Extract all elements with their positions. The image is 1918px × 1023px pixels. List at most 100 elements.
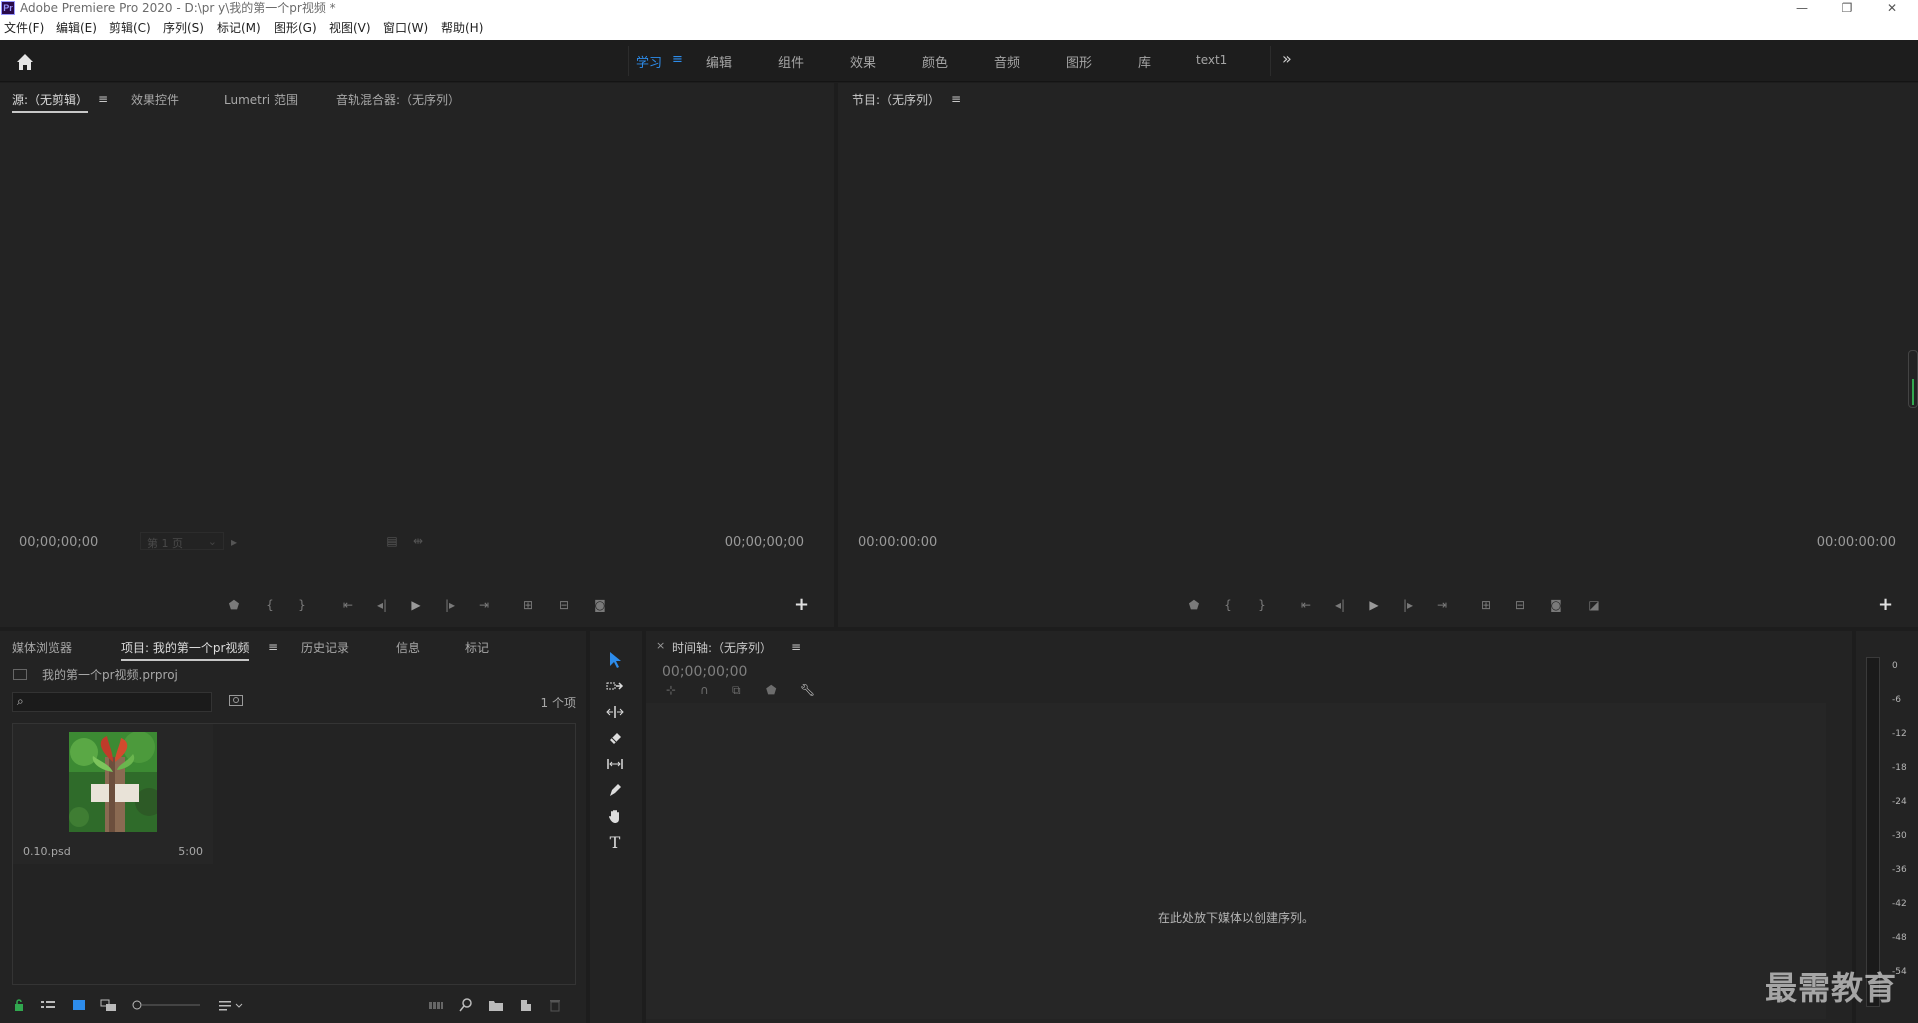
sort-icons-icon[interactable] — [218, 998, 244, 1012]
restore-button[interactable]: ❐ — [1825, 0, 1869, 17]
tab-markers[interactable]: 标记 — [465, 639, 489, 656]
workspace-tab-assembly[interactable]: 组件 — [778, 52, 804, 71]
minimize-button[interactable]: — — [1780, 0, 1824, 17]
extract-icon[interactable]: ⊟ — [1512, 598, 1528, 612]
list-view-icon[interactable] — [40, 998, 56, 1012]
menu-window[interactable]: 窗口(W) — [383, 21, 428, 36]
timeline-drop-area[interactable]: 在此处放下媒体以创建序列。 — [646, 703, 1826, 1019]
playback-settings-icon[interactable]: ▤ — [384, 534, 400, 548]
new-search-bin-icon[interactable] — [229, 694, 243, 706]
program-play-icon[interactable]: ▶ — [1366, 598, 1382, 612]
timeline-panel-menu-icon[interactable]: ≡ — [791, 640, 801, 654]
project-search-input[interactable]: ⌕ — [12, 692, 212, 712]
tab-effect-controls[interactable]: 效果控件 — [131, 91, 179, 108]
track-select-tool-icon[interactable] — [603, 675, 627, 697]
more-workspaces-icon[interactable]: » — [1282, 49, 1292, 68]
tab-info[interactable]: 信息 — [396, 639, 420, 656]
timeline-settings-wrench-icon[interactable]: 🔧︎ — [800, 683, 815, 697]
workspace-tab-effects[interactable]: 效果 — [850, 52, 876, 71]
menu-help[interactable]: 帮助(H) — [441, 21, 483, 36]
workspace-tab-libraries[interactable]: 库 — [1138, 52, 1151, 71]
ripple-edit-tool-icon[interactable] — [603, 701, 627, 723]
step-forward-icon[interactable]: |▸ — [442, 598, 458, 612]
page-select[interactable]: 第 1 页 ⌄ — [140, 532, 224, 550]
mark-out-icon[interactable]: } — [294, 598, 310, 612]
go-to-in-icon[interactable]: ⇤ — [340, 598, 356, 612]
menu-view[interactable]: 视图(V) — [329, 21, 371, 36]
add-marker-icon[interactable]: ⬟ — [226, 598, 242, 612]
clear-icon[interactable] — [548, 998, 564, 1012]
home-icon[interactable] — [14, 51, 36, 73]
mark-in-icon[interactable]: { — [262, 598, 278, 612]
page-next-icon[interactable]: ▸ — [226, 535, 242, 549]
tab-project[interactable]: 项目: 我的第一个pr视频 — [121, 639, 250, 661]
tab-timeline[interactable]: 时间轴:（无序列） — [672, 639, 772, 656]
program-mark-in-icon[interactable]: { — [1220, 598, 1236, 612]
tab-audio-track-mixer[interactable]: 音轨混合器:（无序列） — [336, 91, 460, 108]
insert-nest-icon[interactable]: ⊹ — [666, 683, 676, 697]
menu-edit[interactable]: 编辑(E) — [56, 21, 97, 36]
type-tool-icon[interactable]: T — [603, 831, 627, 853]
lift-icon[interactable]: ⊞ — [1478, 598, 1494, 612]
razor-tool-icon[interactable] — [603, 727, 627, 749]
automate-to-sequence-icon[interactable] — [428, 998, 444, 1012]
panel-scroll-indicator[interactable] — [1908, 350, 1918, 408]
linked-selection-icon[interactable]: ⧉ — [732, 683, 741, 698]
clip-item[interactable]: 0.10.psd 5:00 — [13, 724, 213, 864]
new-item-icon[interactable] — [518, 998, 534, 1012]
project-icon-view[interactable]: 0.10.psd 5:00 — [12, 723, 576, 985]
pen-tool-icon[interactable] — [603, 779, 627, 801]
workspace-tab-learn[interactable]: 学习 — [636, 52, 662, 71]
find-icon[interactable] — [458, 998, 474, 1012]
zoom-slider[interactable] — [132, 998, 202, 1012]
source-timecode-current[interactable]: 00;00;00;00 — [19, 535, 98, 550]
selection-tool-icon[interactable] — [603, 649, 627, 671]
timeline-timecode[interactable]: 00;00;00;00 — [662, 664, 747, 680]
snap-icon[interactable]: ∩ — [700, 683, 709, 697]
workspace-tab-graphics[interactable]: 图形 — [1066, 52, 1092, 71]
workspace-tab-audio[interactable]: 音频 — [994, 52, 1020, 71]
step-back-icon[interactable]: ◂| — [374, 598, 390, 612]
menu-marker[interactable]: 标记(M) — [217, 21, 261, 36]
tab-lumetri-scopes[interactable]: Lumetri 范围 — [224, 91, 298, 108]
program-step-back-icon[interactable]: ◂| — [1332, 598, 1348, 612]
program-mark-out-icon[interactable]: } — [1254, 598, 1270, 612]
export-frame-icon[interactable]: ◙ — [592, 598, 608, 612]
insert-icon[interactable]: ⊞ — [520, 598, 536, 612]
program-go-to-out-icon[interactable]: ⇥ — [1434, 598, 1450, 612]
program-timecode-current[interactable]: 00:00:00:00 — [858, 535, 937, 550]
program-step-forward-icon[interactable]: |▸ — [1400, 598, 1416, 612]
menu-file[interactable]: 文件(F) — [4, 21, 44, 36]
source-panel-menu-icon[interactable]: ≡ — [98, 92, 108, 106]
program-export-frame-icon[interactable]: ◙ — [1548, 598, 1564, 612]
close-window-button[interactable]: ✕ — [1870, 0, 1914, 17]
menu-sequence[interactable]: 序列(S) — [163, 21, 204, 36]
program-add-marker-icon[interactable]: ⬟ — [1186, 598, 1202, 612]
menu-clip[interactable]: 剪辑(C) — [109, 21, 151, 36]
timeline-add-marker-icon[interactable]: ⬟ — [766, 683, 776, 697]
lock-icon[interactable] — [12, 998, 28, 1012]
program-panel-menu-icon[interactable]: ≡ — [951, 92, 961, 106]
timeline-close-icon[interactable]: × — [656, 639, 665, 652]
workspace-menu-icon[interactable]: ≡ — [672, 52, 683, 67]
slip-tool-icon[interactable] — [603, 753, 627, 775]
fit-icon[interactable]: ⇹ — [410, 534, 426, 548]
tab-source[interactable]: 源:（无剪辑） — [12, 91, 89, 113]
clip-thumbnail[interactable] — [69, 731, 163, 832]
workspace-tab-editing[interactable]: 编辑 — [706, 52, 732, 71]
project-panel-menu-icon[interactable]: ≡ — [268, 640, 278, 654]
hand-tool-icon[interactable] — [603, 805, 627, 827]
go-to-out-icon[interactable]: ⇥ — [476, 598, 492, 612]
source-button-editor-plus-icon[interactable]: + — [794, 594, 809, 615]
play-icon[interactable]: ▶ — [408, 598, 424, 612]
icon-view-icon[interactable] — [72, 998, 88, 1012]
comparison-view-icon[interactable]: ◪ — [1586, 598, 1602, 612]
menu-graphics[interactable]: 图形(G) — [274, 21, 317, 36]
tab-media-browser[interactable]: 媒体浏览器 — [12, 639, 72, 656]
new-bin-icon[interactable] — [488, 998, 504, 1012]
overwrite-icon[interactable]: ⊟ — [556, 598, 572, 612]
workspace-tab-text1[interactable]: text1 — [1196, 53, 1227, 67]
freeform-view-icon[interactable] — [100, 998, 116, 1012]
program-go-to-in-icon[interactable]: ⇤ — [1298, 598, 1314, 612]
program-button-editor-plus-icon[interactable]: + — [1878, 594, 1893, 615]
